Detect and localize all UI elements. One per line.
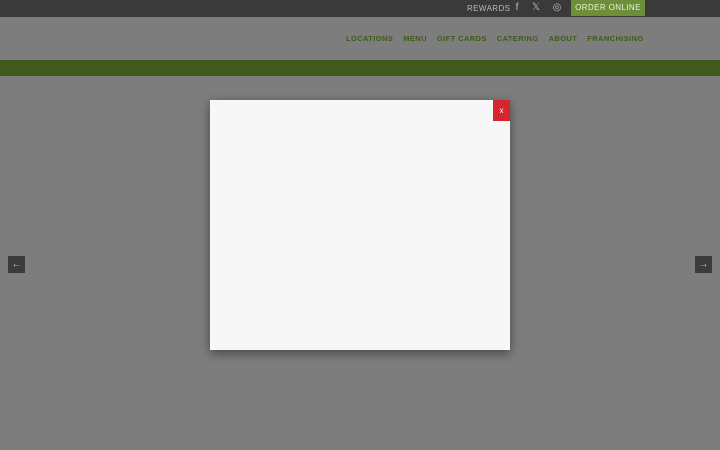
facebook-icon[interactable]: f (511, 2, 523, 14)
instagram-icon[interactable]: ◎ (551, 2, 563, 14)
green-banner-strip (0, 60, 720, 76)
nav-item-catering[interactable]: CATERING (497, 34, 539, 43)
nav-item-franchising[interactable]: FRANCHISING (587, 34, 643, 43)
order-online-button[interactable]: ORDER ONLINE (571, 0, 645, 16)
nav-item-locations[interactable]: LOCATIONS (346, 34, 393, 43)
slider-prev-arrow-icon[interactable]: ← (8, 256, 25, 273)
rewards-link[interactable]: REWARDS (467, 0, 510, 17)
modal-close-button[interactable]: x (493, 100, 510, 121)
nav-item-about[interactable]: ABOUT (549, 34, 578, 43)
x-twitter-icon[interactable]: 𝕏 (530, 2, 542, 14)
main-navbar: LOCATIONS MENU GIFT CARDS CATERING ABOUT… (0, 17, 720, 60)
nav-item-gift-cards[interactable]: GIFT CARDS (437, 34, 487, 43)
nav-item-menu[interactable]: MENU (403, 34, 427, 43)
slider-next-arrow-icon[interactable]: → (695, 256, 712, 273)
nav-links: LOCATIONS MENU GIFT CARDS CATERING ABOUT… (346, 17, 654, 60)
top-utility-bar: REWARDS f 𝕏 ◎ ORDER ONLINE (0, 0, 720, 17)
popup-modal (210, 100, 510, 350)
